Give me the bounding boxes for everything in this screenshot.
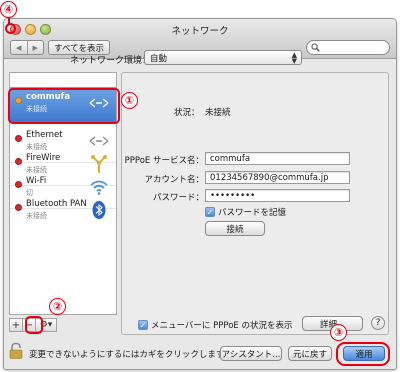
annotation-number-4: ④: [0, 1, 17, 18]
password-label: パスワード：: [152, 193, 204, 203]
window-title: ネットワーク: [171, 26, 229, 37]
checkmark-icon: ✓: [138, 320, 148, 330]
annotation-number-3: ③: [330, 324, 347, 341]
service-name: Ethernet: [26, 130, 63, 140]
service-detail-panel: 状況： 未接続 PPPoE サービス名： commufa アカウント名： 012…: [121, 72, 389, 335]
revert-button[interactable]: 元に戻す: [288, 346, 332, 361]
lock-hint-text: 変更できないようにするにはカギをクリックします。: [29, 350, 233, 360]
annotation-box-service: [8, 88, 120, 124]
location-select[interactable]: 自動 ▲ ▼: [144, 50, 302, 65]
bluetooth-icon: [92, 201, 106, 219]
account-name-field[interactable]: 01234567890@commufa.jp: [205, 171, 350, 184]
assistant-button[interactable]: アシスタント...: [220, 346, 282, 361]
remember-password-label: パスワードを記憶: [218, 208, 287, 218]
pppoe-service-field[interactable]: commufa: [205, 152, 350, 165]
connect-button[interactable]: 接続: [205, 221, 265, 236]
account-name-label: アカウント名：: [144, 175, 204, 185]
password-field[interactable]: •••••••••: [205, 189, 350, 202]
service-item-bluetooth-pan[interactable]: Bluetooth PAN 未接続: [10, 194, 116, 230]
status-label: 状況：: [174, 108, 200, 118]
status-dot-icon: [15, 181, 22, 188]
location-value: 自動: [150, 53, 168, 64]
help-button[interactable]: ?: [371, 316, 385, 330]
service-name: Bluetooth PAN: [26, 199, 87, 209]
updown-arrows-icon: ▲ ▼: [291, 51, 297, 65]
checkmark-icon: ✓: [205, 207, 215, 217]
status-dot-icon: [15, 158, 22, 165]
annotation-number-2: ②: [49, 298, 66, 315]
annotation-number-1: ①: [121, 92, 138, 109]
forward-icon[interactable]: ▶: [26, 41, 44, 54]
status-dot-icon: [15, 135, 22, 142]
annotation-box-remove: [25, 316, 43, 334]
search-field[interactable]: [306, 40, 390, 55]
location-label: ネットワーク環境：: [70, 56, 152, 66]
add-service-button[interactable]: +: [9, 318, 23, 332]
service-name: Wi-Fi: [26, 176, 47, 186]
pppoe-service-label: PPPoE サービス名：: [124, 156, 204, 166]
service-status: 未接続: [26, 212, 47, 220]
show-pppoe-menubar-label: メニューバーに PPPoE の状況を表示: [151, 321, 293, 331]
status-dot-icon: [15, 204, 22, 211]
remember-password-checkbox[interactable]: ✓ パスワードを記憶: [205, 206, 286, 218]
back-icon[interactable]: ◀: [11, 41, 27, 54]
service-name: FireWire: [26, 153, 61, 163]
annotation-box-apply: [336, 342, 390, 366]
lock-icon[interactable]: [9, 342, 23, 359]
show-pppoe-menubar-checkbox[interactable]: ✓ メニューバーに PPPoE の状況を表示: [138, 319, 292, 331]
search-icon: [311, 43, 320, 52]
nav-buttons: ◀ ▶: [10, 40, 44, 55]
annotation-box-close: [5, 23, 16, 34]
status-value: 未接続: [205, 108, 231, 118]
